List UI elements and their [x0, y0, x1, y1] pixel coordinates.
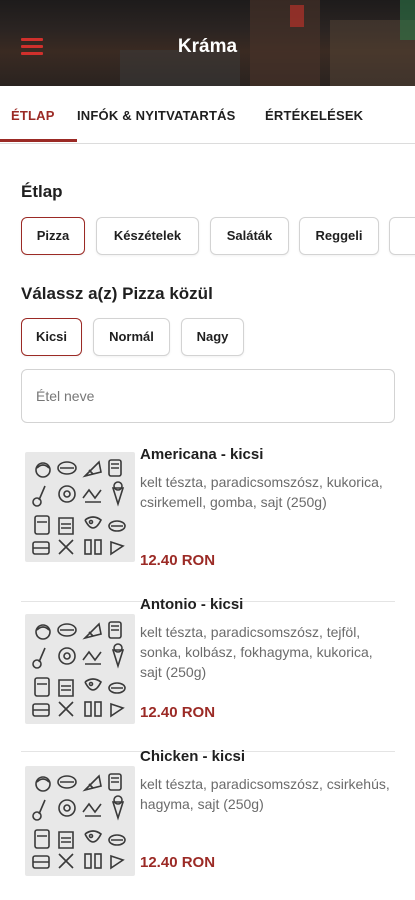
- header-background-photo-part: [400, 0, 415, 40]
- size-chip-normal[interactable]: Normál: [93, 318, 170, 356]
- tab-infok-nyitvatartas[interactable]: INFÓK & NYITVATARTÁS: [77, 86, 236, 144]
- menu-item[interactable]: Chicken - kicsi kelt tészta, paradicsoms…: [21, 748, 395, 900]
- food-doodle-image: [25, 614, 135, 724]
- tab-etlap[interactable]: ÉTLAP: [11, 86, 55, 144]
- category-chip-pizza[interactable]: Pizza: [21, 217, 85, 255]
- header-background-photo-part: [290, 5, 304, 27]
- category-chip-reggeli[interactable]: Reggeli: [299, 217, 379, 255]
- food-doodle-image: [25, 452, 135, 562]
- item-price: 12.40 RON: [140, 552, 216, 569]
- item-description: kelt tészta, paradicsomszósz, csirkehús,…: [140, 776, 390, 812]
- menu-item[interactable]: Americana - kicsi kelt tészta, paradicso…: [21, 446, 395, 602]
- category-chip-keszetelek[interactable]: Készételek: [96, 217, 199, 255]
- active-tab-indicator: [0, 139, 77, 142]
- page-title: Kráma: [177, 36, 238, 57]
- item-description: kelt tészta, paradicsomszósz, kukorica, …: [140, 474, 383, 510]
- search-input[interactable]: [21, 369, 395, 423]
- item-price: 12.40 RON: [140, 704, 216, 721]
- app-header: Kráma: [0, 0, 415, 86]
- size-chip-nagy[interactable]: Nagy: [181, 318, 244, 356]
- item-name: Americana - kicsi: [140, 446, 264, 463]
- item-name: Chicken - kicsi: [140, 748, 246, 765]
- menu-item[interactable]: Antonio - kicsi kelt tészta, paradicsoms…: [21, 596, 395, 752]
- size-chip-kicsi[interactable]: Kicsi: [21, 318, 82, 356]
- item-price: 12.40 RON: [140, 854, 216, 871]
- category-chip-salatak[interactable]: Saláták: [210, 217, 289, 255]
- tab-ertekelesek[interactable]: ÉRTÉKELÉSEK: [265, 86, 363, 144]
- item-description: kelt tészta, paradicsomszósz, tejföl, so…: [140, 624, 373, 680]
- size-section-title: Válassz a(z) Pizza közül: [21, 284, 213, 303]
- tab-bar: ÉTLAP INFÓK & NYITVATARTÁS ÉRTÉKELÉSEK: [0, 86, 415, 144]
- menu-section-title: Étlap: [21, 182, 63, 201]
- food-doodle-image: [25, 766, 135, 876]
- item-name: Antonio - kicsi: [140, 596, 244, 613]
- category-chip-overflow[interactable]: [389, 217, 415, 255]
